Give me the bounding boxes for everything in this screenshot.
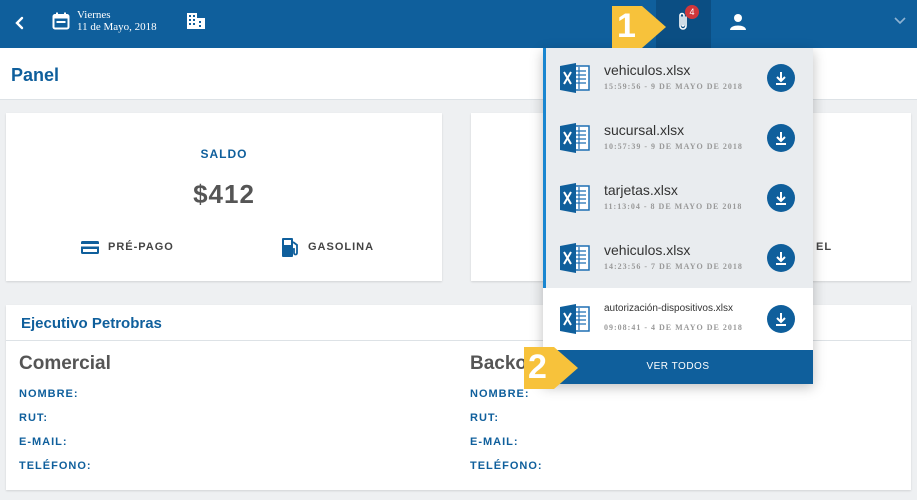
- file-meta: 11:13:04 - 8 DE MAYO DE 2018: [604, 202, 743, 211]
- download-icon: [776, 252, 786, 265]
- callout-number: 2: [528, 348, 547, 386]
- file-meta: 10:57:39 - 9 DE MAYO DE 2018: [604, 142, 743, 151]
- chevron-down-icon[interactable]: [893, 14, 907, 28]
- backoffice-email-label: E-MAIL:: [470, 436, 519, 448]
- backoffice-rut-label: RUT:: [470, 412, 500, 424]
- download-icon: [776, 313, 786, 326]
- callout-marker-2: 2: [522, 345, 580, 391]
- comercial-telefono-label: TELÉFONO:: [19, 460, 92, 472]
- file-name: sucursal.xlsx: [604, 122, 685, 138]
- user-icon[interactable]: [728, 12, 748, 32]
- file-meta: 09:08:41 - 4 DE MAYO DE 2018: [604, 323, 743, 332]
- backoffice-nombre-label: NOMBRE:: [470, 388, 530, 400]
- comercial-email-label: E-MAIL:: [19, 436, 68, 448]
- excel-icon: [560, 123, 590, 153]
- excel-icon: [560, 183, 590, 213]
- saldo-label: SALDO: [200, 147, 248, 161]
- date-weekday: Viernes: [77, 9, 111, 21]
- download-icon: [776, 132, 786, 145]
- prepago-tag: PRÉ-PAGO: [80, 237, 174, 257]
- date-display: Viernes 11 de Mayo, 2018: [77, 10, 157, 33]
- download-button[interactable]: [767, 64, 795, 92]
- callout-number: 1: [617, 7, 636, 45]
- download-button[interactable]: [767, 305, 795, 333]
- comercial-rut-label: RUT:: [19, 412, 49, 424]
- excel-icon: [560, 243, 590, 273]
- building-icon[interactable]: [186, 12, 206, 30]
- file-name: autorización-dispositivos.xlsx: [604, 303, 733, 314]
- download-icon: [776, 72, 786, 85]
- download-button[interactable]: [767, 244, 795, 272]
- executive-title: Ejecutivo Petrobras: [21, 315, 162, 332]
- callout-marker-1: 1: [610, 4, 668, 50]
- download-icon: [776, 192, 786, 205]
- ver-todos-button[interactable]: VER TODOS: [543, 350, 813, 384]
- file-name: vehiculos.xlsx: [604, 242, 691, 258]
- download-item[interactable]: sucursal.xlsx 10:57:39 - 9 DE MAYO DE 20…: [543, 108, 813, 168]
- backoffice-telefono-label: TELÉFONO:: [470, 460, 543, 472]
- backoffice-title: Backo: [470, 353, 528, 374]
- download-button[interactable]: [767, 184, 795, 212]
- file-meta: 14:23:56 - 7 DE MAYO DE 2018: [604, 262, 743, 271]
- top-bar: Viernes 11 de Mayo, 2018 4: [0, 0, 917, 48]
- saldo-amount: $412: [193, 179, 255, 209]
- file-name: tarjetas.xlsx: [604, 182, 678, 198]
- prepago-label: PRÉ-PAGO: [108, 241, 174, 253]
- download-item[interactable]: vehiculos.xlsx 14:23:56 - 7 DE MAYO DE 2…: [543, 228, 813, 288]
- download-item[interactable]: vehiculos.xlsx 15:59:56 - 9 DE MAYO DE 2…: [543, 48, 813, 108]
- date-full: 11 de Mayo, 2018: [77, 21, 157, 33]
- comercial-title: Comercial: [19, 353, 111, 374]
- download-item[interactable]: autorización-dispositivos.xlsx 09:08:41 …: [543, 289, 813, 349]
- file-name: vehiculos.xlsx: [604, 62, 691, 78]
- credit-card-icon: [81, 241, 99, 254]
- comercial-nombre-label: NOMBRE:: [19, 388, 79, 400]
- back-button[interactable]: [10, 12, 30, 34]
- attachments-badge: 4: [685, 5, 699, 19]
- back-icon: [15, 16, 24, 30]
- download-button[interactable]: [767, 124, 795, 152]
- page-title: Panel: [11, 65, 60, 85]
- downloads-dropdown: vehiculos.xlsx 15:59:56 - 9 DE MAYO DE 2…: [543, 48, 813, 384]
- gasolina-label: GASOLINA: [308, 241, 375, 253]
- fuel-pump-icon: [282, 238, 298, 257]
- calendar-icon: [52, 12, 70, 30]
- secondary-card-tag: EL: [816, 241, 833, 253]
- saldo-card: SALDO $412 PRÉ-PAGO GASOLINA: [6, 113, 442, 281]
- excel-icon: [560, 63, 590, 93]
- file-meta: 15:59:56 - 9 DE MAYO DE 2018: [604, 82, 743, 91]
- excel-icon: [560, 304, 590, 334]
- download-item[interactable]: tarjetas.xlsx 11:13:04 - 8 DE MAYO DE 20…: [543, 168, 813, 228]
- gasolina-tag: GASOLINA: [280, 237, 374, 257]
